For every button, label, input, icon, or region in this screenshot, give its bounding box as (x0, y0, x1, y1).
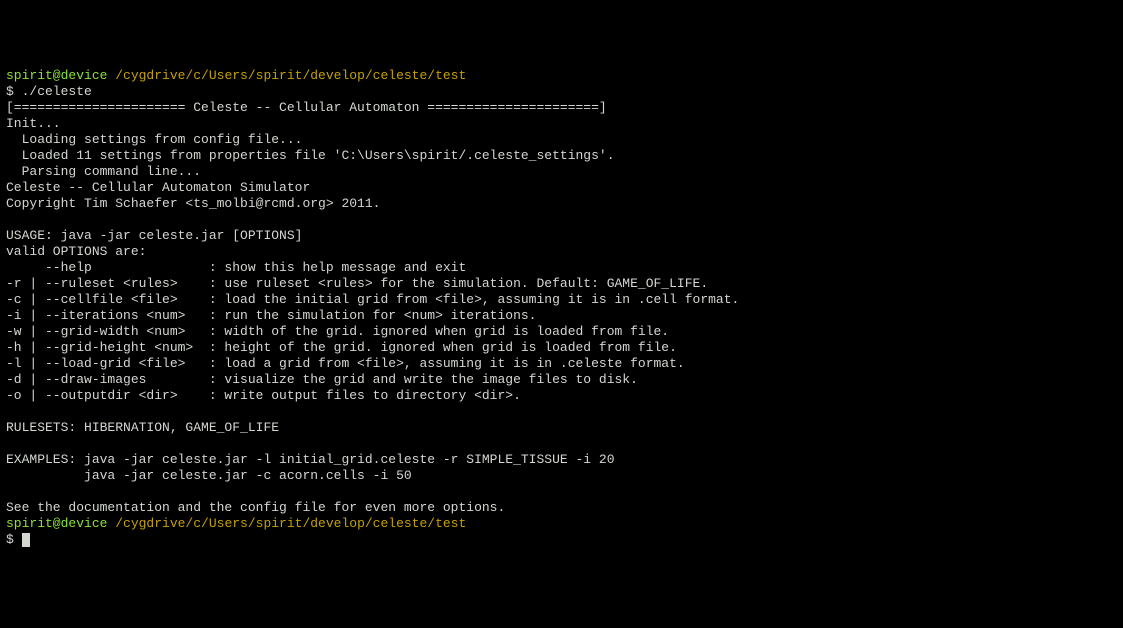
output-line: Init... (6, 116, 61, 131)
output-line: Copyright Tim Schaefer <ts_molbi@rcmd.or… (6, 196, 380, 211)
output-line: -r | --ruleset <rules> : use ruleset <ru… (6, 276, 708, 291)
output-line: -l | --load-grid <file> : load a grid fr… (6, 356, 685, 371)
output-line: -w | --grid-width <num> : width of the g… (6, 324, 669, 339)
output-line: valid OPTIONS are: (6, 244, 146, 259)
output-line: -o | --outputdir <dir> : write output fi… (6, 388, 521, 403)
output-line: --help : show this help message and exit (6, 260, 466, 275)
output-line: Celeste -- Cellular Automaton Simulator (6, 180, 310, 195)
terminal-output[interactable]: spirit@device /cygdrive/c/Users/spirit/d… (6, 68, 1117, 548)
prompt-path: /cygdrive/c/Users/spirit/develop/celeste… (107, 516, 466, 531)
output-line: Parsing command line... (6, 164, 201, 179)
output-line: EXAMPLES: java -jar celeste.jar -l initi… (6, 452, 615, 467)
prompt-path: /cygdrive/c/Users/spirit/develop/celeste… (107, 68, 466, 83)
output-line: Loading settings from config file... (6, 132, 302, 147)
prompt-user-host: spirit@device (6, 516, 107, 531)
output-line: -c | --cellfile <file> : load the initia… (6, 292, 739, 307)
prompt-user-host: spirit@device (6, 68, 107, 83)
command-line: $ (6, 532, 22, 547)
output-line: See the documentation and the config fil… (6, 500, 505, 515)
output-line: -d | --draw-images : visualize the grid … (6, 372, 638, 387)
output-line: [====================== Celeste -- Cellu… (6, 100, 607, 115)
output-line: -i | --iterations <num> : run the simula… (6, 308, 537, 323)
output-line: -h | --grid-height <num> : height of the… (6, 340, 677, 355)
output-line: USAGE: java -jar celeste.jar [OPTIONS] (6, 228, 302, 243)
output-line: RULESETS: HIBERNATION, GAME_OF_LIFE (6, 420, 279, 435)
output-line: java -jar celeste.jar -c acorn.cells -i … (6, 468, 412, 483)
command-line: $ ./celeste (6, 84, 92, 99)
cursor (22, 533, 30, 547)
output-line: Loaded 11 settings from properties file … (6, 148, 615, 163)
